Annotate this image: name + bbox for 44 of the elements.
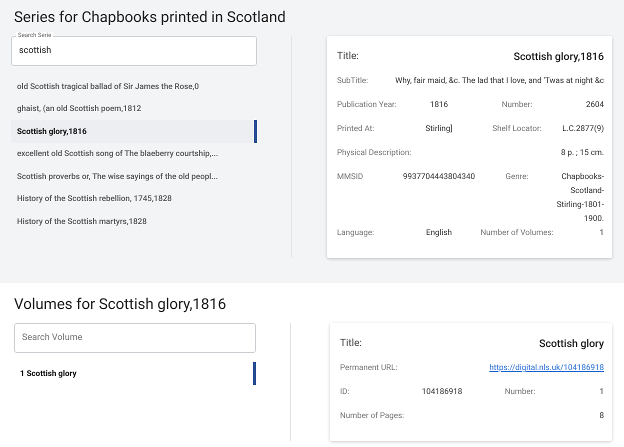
- field-value: L.C.2877(9): [561, 123, 604, 135]
- field-value: 1: [598, 386, 604, 398]
- field-value: Stirling]: [424, 123, 454, 135]
- field-label: Physical Description:: [337, 147, 412, 159]
- field-value: 2604: [585, 99, 604, 111]
- title-label: Title:: [340, 338, 362, 349]
- list-item[interactable]: History of the Scottish martyrs,1828: [11, 210, 257, 232]
- section-heading: Volumes for Scottish glory,1816: [14, 295, 228, 313]
- section-heading: Series for Chapbooks printed in Scotland: [14, 8, 287, 26]
- field-value: Why, fair maid, &c. The lad that I love, and 'Twas at night &c: [395, 75, 604, 87]
- list-item[interactable]: old Scottish tragical ballad of Sir James the Rose,0: [11, 75, 257, 98]
- list-item[interactable]: History of the Scottish rebellion, 1745,1828: [11, 188, 257, 210]
- field-value: English: [425, 227, 453, 239]
- list-item[interactable]: 1 Scottish glory: [14, 362, 256, 384]
- search-field[interactable]: Search Volume: [14, 323, 256, 353]
- field-value: 1: [598, 227, 604, 239]
- field-value: 1816: [429, 99, 449, 111]
- field-label: Shelf Locator:: [491, 123, 543, 135]
- title-label: Title:: [337, 51, 359, 62]
- list-item[interactable]: Scottish proverbs or, The wise sayings of the old peopl...: [11, 165, 257, 188]
- field-value: 9937704443804340: [402, 171, 476, 183]
- field-label: Number:: [504, 386, 536, 398]
- list-item[interactable]: ghaist, (an old Scottish poem,1812: [11, 98, 257, 120]
- field-value: 8 p. ; 15 cm.: [560, 147, 604, 159]
- search-field[interactable]: scottish: [11, 36, 257, 66]
- permanent-url-link[interactable]: https://digital.nls.uk/104186918: [489, 361, 604, 385]
- field-label: ID:: [340, 386, 350, 398]
- field-label: Number:: [500, 99, 534, 111]
- field-label: MMSID: [337, 171, 364, 183]
- field-label: Printed At:: [337, 123, 376, 135]
- title-value: Scottish glory,1816: [514, 50, 604, 63]
- field-label: Genre:: [504, 171, 530, 183]
- list-item[interactable]: excellent old Scottish song of The blaeberry courtship,...: [11, 142, 257, 165]
- list-item[interactable]: Scottish glory,1816: [11, 120, 257, 142]
- field-label: Number of Pages:: [340, 410, 404, 422]
- field-label: Language:: [337, 227, 376, 239]
- field-value: 8: [600, 410, 604, 422]
- field-value: 104186918: [420, 386, 464, 398]
- field-label: Number of Volumes:: [479, 227, 555, 239]
- title-value: Scottish glory: [539, 337, 604, 350]
- field-label: SubTitle:: [337, 75, 368, 87]
- field-value: Chapbooks-Scotland-Stirling-1801-1900.: [556, 171, 604, 225]
- field-label: Publication Year:: [337, 99, 398, 111]
- field-label: Permanent URL:: [340, 362, 398, 374]
